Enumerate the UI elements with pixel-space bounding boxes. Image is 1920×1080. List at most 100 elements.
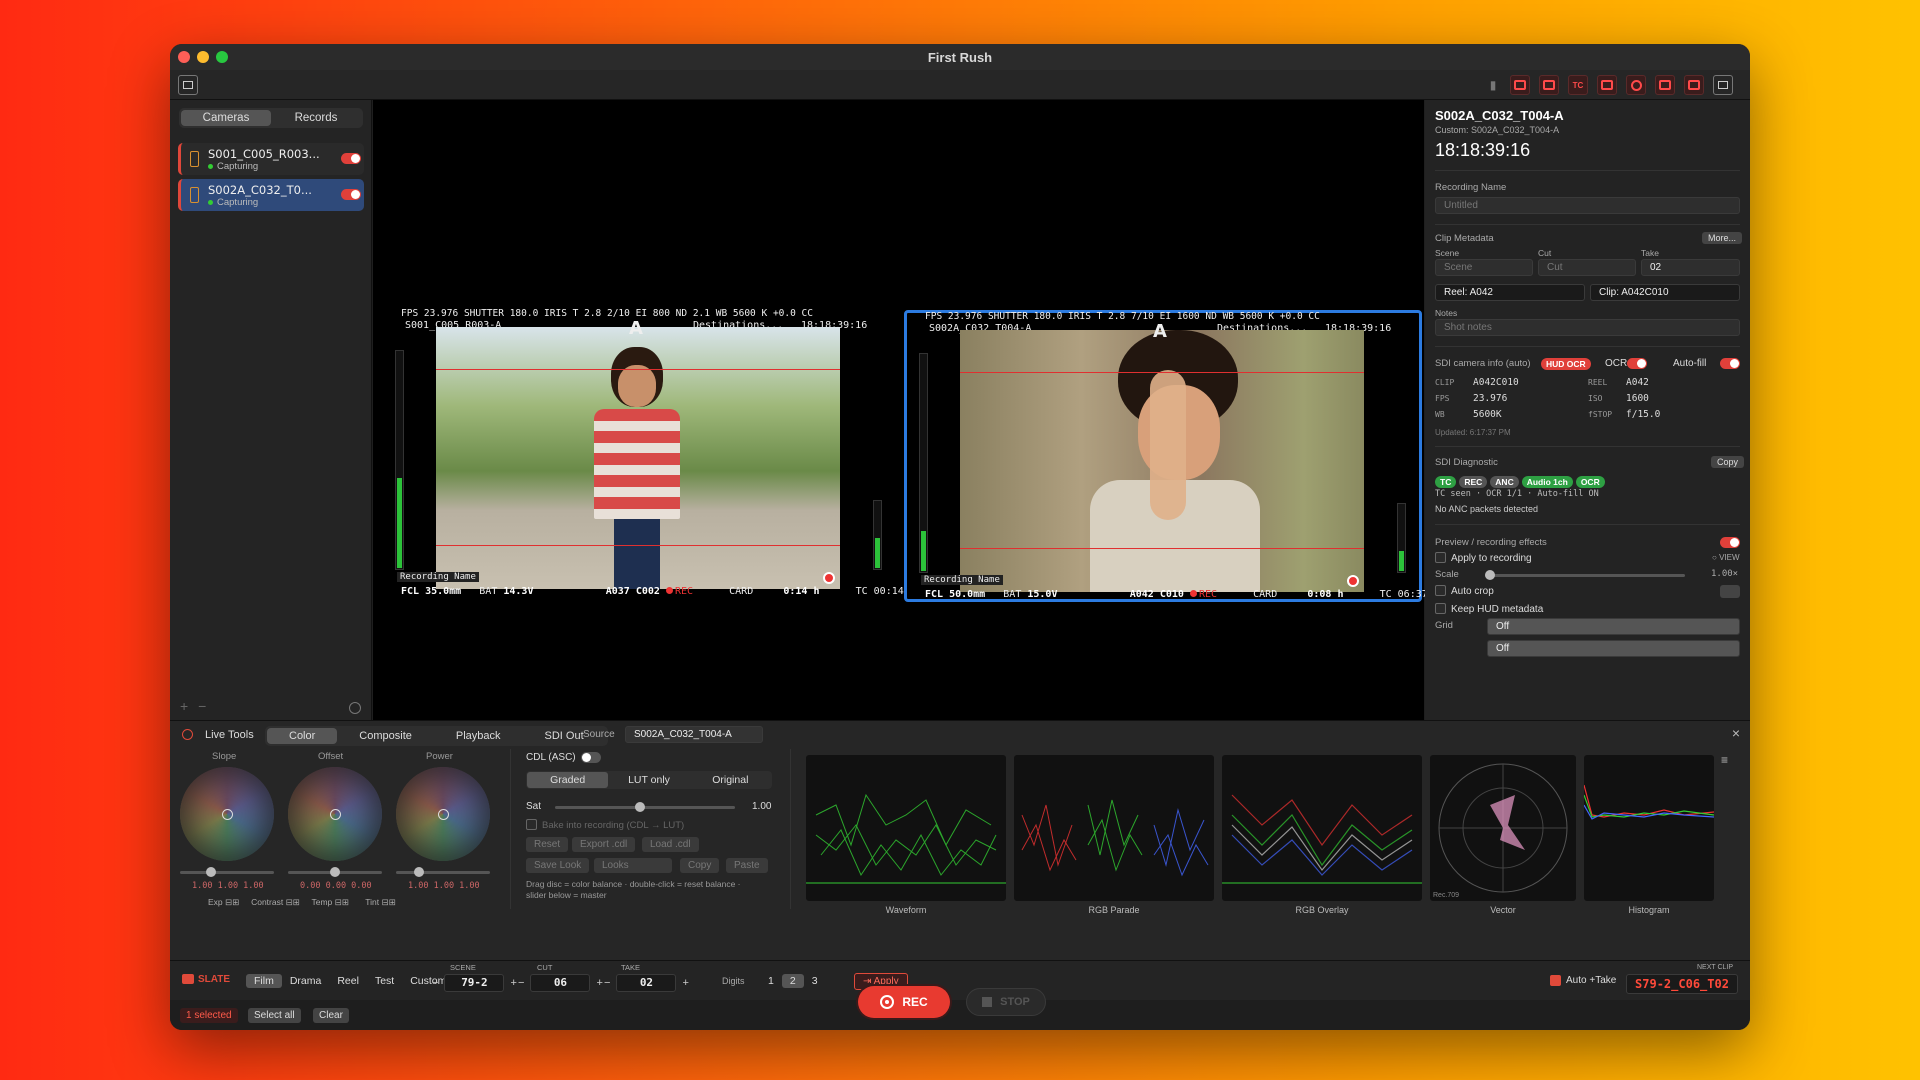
live-tools-title: Live Tools — [205, 729, 254, 741]
layout-icon[interactable] — [1510, 75, 1530, 95]
camera-item[interactable]: S001_C005_R003... Capturing — [178, 143, 364, 175]
crop-reset-icon[interactable] — [1720, 585, 1740, 598]
camera-status: Capturing — [208, 197, 258, 208]
copy-diagnostic-button[interactable]: Copy — [1711, 456, 1745, 468]
scene-stepper[interactable]: −79-2 + — [426, 974, 523, 992]
zoom-button[interactable] — [216, 51, 228, 63]
autofill-toggle[interactable] — [1720, 358, 1740, 369]
monitor-a[interactable]: FPS 23.976 SHUTTER 180.0 IRIS T 2.8 2/10… — [383, 308, 940, 602]
power-slider[interactable] — [396, 867, 490, 877]
inspector-toggle-icon[interactable] — [1713, 75, 1733, 95]
slope-wheel[interactable] — [180, 767, 274, 861]
mode-drama[interactable]: Drama — [282, 974, 330, 988]
take-input[interactable]: 02 — [1641, 259, 1740, 276]
save-look-button[interactable]: Save Look — [526, 858, 590, 873]
source-select[interactable]: S002A_C032_T004-A — [625, 726, 763, 743]
digits-3[interactable]: 3 — [804, 974, 826, 988]
camera-letter: A — [629, 318, 643, 339]
cut-input[interactable]: Cut — [1538, 259, 1636, 276]
looks-select[interactable]: Looks — [594, 858, 672, 873]
custom-name: Custom: S002A_C032_T004-A — [1435, 125, 1560, 135]
mode-lut-only[interactable]: LUT only — [608, 772, 689, 788]
power-values: 1.00 1.00 1.00 — [408, 881, 480, 891]
notes-input[interactable]: Shot notes — [1435, 319, 1740, 336]
apply-recording-checkbox[interactable] — [1435, 552, 1446, 563]
sat-slider[interactable] — [555, 802, 735, 812]
bookmark-icon[interactable]: ▮ — [1483, 75, 1503, 95]
minimize-button[interactable] — [197, 51, 209, 63]
tab-color[interactable]: Color — [267, 728, 338, 744]
tab-playback[interactable]: Playback — [434, 728, 523, 744]
select-all-button[interactable]: Select all — [248, 1008, 301, 1023]
tab-composite[interactable]: Composite — [337, 728, 434, 744]
clear-button[interactable]: Clear — [313, 1008, 349, 1023]
load-cdl-button[interactable]: Load .cdl — [642, 837, 699, 852]
paste-button[interactable]: Paste — [726, 858, 768, 873]
add-remove-buttons[interactable]: +− — [180, 698, 216, 714]
close-button[interactable] — [178, 51, 190, 63]
stop-button[interactable]: STOP — [966, 988, 1046, 1016]
adjust-buttons[interactable]: Exp ⊟⊞ Contrast ⊟⊞ Temp ⊟⊞ Tint ⊟⊞ — [208, 897, 396, 908]
offset-slider[interactable] — [288, 867, 382, 877]
bake-checkbox[interactable] — [526, 819, 537, 830]
offset-wheel[interactable] — [288, 767, 382, 861]
monitor-b[interactable]: FPS 23.976 SHUTTER 180.0 IRIS T 2.8 7/10… — [904, 310, 1464, 602]
mode-film[interactable]: Film — [246, 974, 282, 988]
auto-crop-checkbox[interactable] — [1435, 585, 1446, 596]
auto-take-checkbox[interactable] — [1550, 975, 1561, 986]
guide-line — [436, 369, 840, 370]
grid-label: Grid — [1435, 620, 1453, 631]
cdl-toggle[interactable] — [581, 752, 601, 763]
recording-name-input[interactable]: Untitled — [1435, 197, 1740, 214]
view-radio[interactable]: ○ VIEW — [1712, 553, 1740, 562]
camera-toggle[interactable] — [341, 153, 361, 164]
digits-1[interactable]: 1 — [760, 974, 782, 988]
reel-field[interactable]: Reel: A042 — [1435, 284, 1585, 301]
timecode-icon[interactable]: TC — [1568, 75, 1588, 95]
grid-select[interactable]: Off — [1487, 618, 1740, 635]
digits-2[interactable]: 2 — [781, 974, 804, 988]
mode-segment: Graded LUT only Original — [526, 771, 772, 789]
clip-title: S002A_C032_T004-A — [1435, 108, 1564, 123]
export-cdl-button[interactable]: Export .cdl — [572, 837, 636, 852]
audio-icon[interactable] — [1539, 75, 1559, 95]
camera-toggle[interactable] — [341, 189, 361, 200]
footer-bar: 1 selected Select all Clear REC STOP — [170, 986, 1750, 1030]
mode-reel[interactable]: Reel — [329, 974, 367, 988]
scale-slider[interactable] — [1485, 570, 1685, 580]
take-stepper[interactable]: −02 + — [598, 974, 695, 992]
keep-hud-checkbox[interactable] — [1435, 603, 1446, 614]
scopes-icon[interactable] — [1684, 75, 1704, 95]
copy-button[interactable]: Copy — [680, 858, 720, 873]
effects-toggle[interactable] — [1720, 537, 1740, 548]
camera-icon — [190, 187, 199, 203]
gear-icon[interactable] — [349, 702, 361, 714]
updated-time: Updated: 6:17:37 PM — [1435, 428, 1511, 437]
diagnostic-anc: No ANC packets detected — [1435, 504, 1539, 514]
mode-test[interactable]: Test — [367, 974, 402, 988]
overlay-icon[interactable] — [1597, 75, 1617, 95]
scope-settings-icon[interactable]: ≡ — [1721, 753, 1728, 767]
slope-slider[interactable] — [180, 867, 274, 877]
settings-icon[interactable] — [1626, 75, 1646, 95]
video-frame — [436, 327, 840, 589]
clip-field[interactable]: Clip: A042C010 — [1590, 284, 1740, 301]
tab-records[interactable]: Records — [271, 110, 361, 126]
tab-cameras[interactable]: Cameras — [181, 110, 271, 126]
camera-item-selected[interactable]: S002A_C032_T0... Capturing — [178, 179, 364, 211]
letterbox-select[interactable]: Off — [1487, 640, 1740, 657]
film-icon[interactable] — [1655, 75, 1675, 95]
audio-meter — [919, 353, 928, 573]
ocr-toggle[interactable] — [1627, 358, 1647, 369]
record-button[interactable]: REC — [858, 986, 950, 1018]
power-wheel[interactable] — [396, 767, 490, 861]
scene-input[interactable]: Scene — [1435, 259, 1533, 276]
mode-original[interactable]: Original — [690, 772, 771, 788]
cut-stepper[interactable]: −06 + — [512, 974, 609, 992]
mode-graded[interactable]: Graded — [527, 772, 609, 788]
reset-button[interactable]: Reset — [526, 837, 569, 852]
notes-label: Notes — [1435, 308, 1458, 318]
close-icon[interactable]: × — [1732, 725, 1740, 741]
sidebar-toggle-icon[interactable] — [178, 75, 198, 95]
more-button[interactable]: More... — [1702, 232, 1743, 244]
